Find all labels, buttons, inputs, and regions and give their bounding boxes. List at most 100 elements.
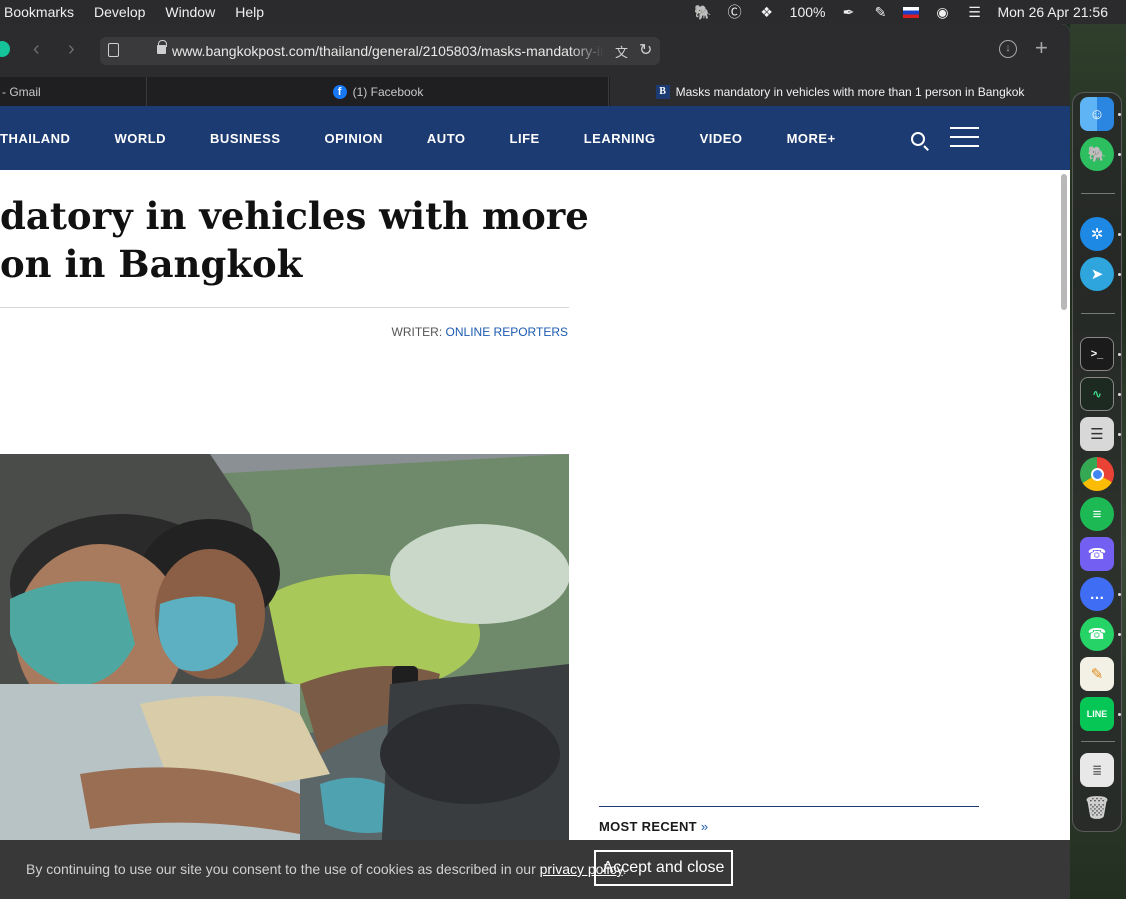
cookie-text-before: By continuing to use our site you consen…: [26, 861, 540, 877]
safari-icon[interactable]: ✲: [1080, 217, 1114, 251]
tab-gmail[interactable]: - Gmail: [0, 77, 147, 106]
nav-life[interactable]: LIFE: [510, 131, 540, 146]
article-byline: WRITER: ONLINE REPORTERS: [392, 325, 568, 339]
tab-facebook[interactable]: f (1) Facebook: [148, 77, 609, 106]
dock-separator: [1081, 193, 1115, 194]
trash-icon[interactable]: 🗑: [1080, 791, 1114, 825]
browser-toolbar: ‹ › www.bangkokpost.com/thailand/general…: [0, 24, 1070, 77]
activity-monitor-icon[interactable]: ∿: [1080, 377, 1114, 411]
dock-separator: [1081, 313, 1115, 314]
input-source-flag-icon[interactable]: [903, 6, 920, 18]
nav-business[interactable]: BUSINESS: [210, 131, 280, 146]
tab-bar: - Gmail f (1) Facebook B Masks mandatory…: [0, 77, 1070, 106]
telegram-icon[interactable]: ➤: [1080, 257, 1114, 291]
line-icon[interactable]: LINE: [1080, 697, 1114, 731]
running-indicator: [1118, 433, 1121, 436]
headline-line-1: datory in vehicles with more: [0, 194, 589, 238]
most-recent-heading[interactable]: MOST RECENT »: [599, 819, 708, 834]
url-text[interactable]: www.bangkokpost.com/thailand/general/210…: [172, 43, 604, 59]
messenger-icon[interactable]: …: [1080, 577, 1114, 611]
double-chevron-right-icon: »: [700, 819, 709, 834]
nav-links: THAILAND WORLD BUSINESS OPINION AUTO LIF…: [0, 106, 880, 170]
battery-percent[interactable]: 100%: [790, 4, 826, 20]
page-content: datory in vehicles with more on in Bangk…: [0, 170, 1070, 899]
article-headline: datory in vehicles with more on in Bangk…: [0, 192, 589, 288]
address-bar[interactable]: www.bangkokpost.com/thailand/general/210…: [100, 37, 660, 65]
pin-menu-icon[interactable]: ✒: [839, 4, 857, 20]
photo-illustration: [0, 454, 569, 874]
reader-view-icon[interactable]: [108, 43, 119, 57]
viber-icon[interactable]: ☎: [1080, 537, 1114, 571]
grammarly-menu-icon[interactable]: Ⓒ: [726, 4, 744, 20]
nav-learning[interactable]: LEARNING: [584, 131, 656, 146]
back-icon[interactable]: ‹: [33, 38, 40, 61]
running-indicator: [1118, 353, 1121, 356]
writer-label: WRITER:: [391, 325, 446, 339]
feather-menu-icon[interactable]: ✎: [871, 4, 889, 20]
tab-label: - Gmail: [2, 84, 41, 99]
running-indicator: [1118, 113, 1121, 116]
tab-bangkok-post-active[interactable]: B Masks mandatory in vehicles with more …: [610, 77, 1070, 106]
most-recent-rule: [599, 806, 979, 807]
whatsapp-icon[interactable]: ☎: [1080, 617, 1114, 651]
documents-stack-icon[interactable]: ≣: [1080, 753, 1114, 787]
article-photo: [0, 454, 569, 874]
running-indicator: [1118, 393, 1121, 396]
browser-window: ‹ › www.bangkokpost.com/thailand/general…: [0, 24, 1070, 899]
nav-opinion[interactable]: OPINION: [325, 131, 383, 146]
running-indicator: [1118, 233, 1121, 236]
line-menu-icon[interactable]: ◉: [933, 4, 951, 20]
tab-label: (1) Facebook: [352, 84, 424, 99]
spotify-icon[interactable]: ≡: [1080, 497, 1114, 531]
bangkok-post-favicon-icon: B: [655, 84, 670, 99]
nav-thailand[interactable]: THAILAND: [0, 131, 70, 146]
nav-world[interactable]: WORLD: [114, 131, 166, 146]
facebook-icon: f: [332, 84, 347, 99]
script-editor-icon[interactable]: ✎: [1080, 657, 1114, 691]
dropbox-menu-icon[interactable]: ❖: [758, 4, 776, 20]
menu-help[interactable]: Help: [225, 4, 274, 20]
most-recent-label: MOST RECENT: [599, 819, 697, 834]
finder-icon[interactable]: ☺: [1080, 97, 1114, 131]
lock-icon: [157, 40, 167, 54]
running-indicator: [1118, 713, 1121, 716]
control-center-icon[interactable]: ☰: [965, 4, 983, 20]
cookie-message: By continuing to use our site you consen…: [26, 861, 627, 877]
headline-divider: [0, 307, 569, 308]
nav-more[interactable]: MORE+: [787, 131, 836, 146]
site-navigation: THAILAND WORLD BUSINESS OPINION AUTO LIF…: [0, 106, 1070, 170]
search-icon[interactable]: [911, 132, 925, 146]
calculator-icon[interactable]: ☰: [1080, 417, 1114, 451]
macos-dock: ☺ 🐘 ✲ ➤ >_ ∿ ☰ ≡ ☎ … ☎ ✎ LINE ≣ 🗑: [1072, 92, 1122, 832]
macos-menu-bar: Bookmarks Develop Window Help 🐘 Ⓒ ❖ 100%…: [0, 0, 1126, 24]
menu-window[interactable]: Window: [155, 4, 225, 20]
running-indicator: [1118, 593, 1121, 596]
reload-icon[interactable]: ↻: [639, 40, 652, 60]
nav-video[interactable]: VIDEO: [700, 131, 743, 146]
tab-label: Masks mandatory in vehicles with more th…: [675, 84, 1025, 99]
nav-auto[interactable]: AUTO: [427, 131, 466, 146]
writer-name-link[interactable]: ONLINE REPORTERS: [446, 325, 568, 339]
running-indicator: [1118, 153, 1121, 156]
evernote-menu-icon[interactable]: 🐘: [694, 4, 712, 20]
hamburger-menu-icon[interactable]: [950, 127, 979, 147]
page-scrollbar[interactable]: [1061, 174, 1067, 310]
downloads-icon[interactable]: ↓: [999, 40, 1017, 58]
running-indicator: [1118, 273, 1121, 276]
menu-bookmarks[interactable]: Bookmarks: [0, 4, 84, 20]
dock-separator: [1081, 741, 1115, 742]
forward-icon[interactable]: ›: [68, 38, 75, 61]
evernote-icon[interactable]: 🐘: [1080, 137, 1114, 171]
menu-clock[interactable]: Mon 26 Apr 21:56: [997, 4, 1108, 20]
menu-develop[interactable]: Develop: [84, 4, 155, 20]
headline-line-2: on in Bangkok: [0, 242, 303, 286]
accept-and-close-button[interactable]: Accept and close: [594, 850, 733, 886]
new-tab-icon[interactable]: +: [1035, 35, 1048, 61]
running-indicator: [1118, 633, 1121, 636]
chrome-icon[interactable]: [1080, 457, 1114, 491]
terminal-icon[interactable]: >_: [1080, 337, 1114, 371]
grammarly-extension-icon[interactable]: [0, 41, 10, 57]
cookie-banner: By continuing to use our site you consen…: [0, 840, 1070, 899]
menu-extras: 🐘 Ⓒ ❖ 100% ✒ ✎ ◉ ☰ Mon 26 Apr 21:56: [694, 0, 1126, 24]
translate-icon[interactable]: 文: [615, 42, 628, 61]
